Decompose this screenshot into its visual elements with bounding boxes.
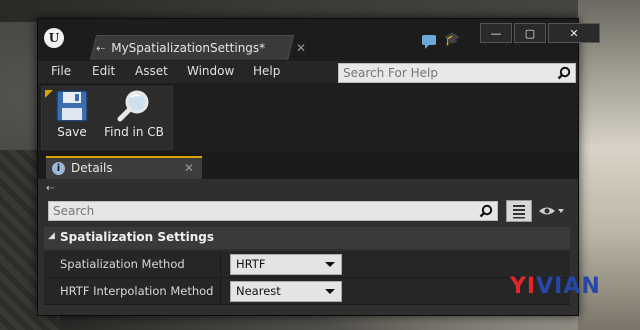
- menu-help[interactable]: Help: [253, 64, 280, 78]
- watermark-logo: YIVIAN: [510, 274, 601, 299]
- save-button-label: Save: [57, 125, 87, 139]
- property-name: HRTF Interpolation Method: [60, 284, 214, 298]
- title-bar[interactable]: U ⇠ MySpatializationSettings* ✕ 🎓 — ▢ ✕: [38, 19, 600, 61]
- dropdown-value: HRTF: [236, 257, 266, 271]
- menu-bar: File Edit Asset Window Help: [38, 61, 578, 83]
- minimize-button[interactable]: —: [480, 23, 512, 43]
- details-search-box[interactable]: [48, 201, 498, 221]
- details-panel-area: i Details ✕ ⇠ Search ◢ Spatialization Se…: [38, 151, 578, 315]
- unreal-logo-icon: U: [44, 28, 64, 48]
- search-icon[interactable]: [479, 204, 493, 218]
- search-icon[interactable]: [557, 66, 571, 80]
- magnifier-icon: [117, 90, 149, 122]
- watermark-part-1: YI: [510, 274, 537, 299]
- find-in-cb-label: Find in CB: [104, 125, 164, 139]
- window-controls: — ▢ ✕: [480, 23, 600, 43]
- hrtf-interpolation-method-dropdown[interactable]: Nearest: [230, 281, 342, 302]
- document-tab-label: MySpatializationSettings*: [111, 41, 266, 55]
- property-matrix-button[interactable]: [506, 200, 532, 222]
- menu-asset[interactable]: Asset: [135, 64, 168, 78]
- maximize-button[interactable]: ▢: [514, 23, 546, 43]
- property-row: HRTF Interpolation Method Nearest: [44, 278, 570, 305]
- details-search-input[interactable]: [53, 204, 453, 218]
- tab-details-close-icon[interactable]: ✕: [184, 161, 194, 175]
- chevron-down-icon: [325, 262, 335, 267]
- help-search-input[interactable]: [343, 66, 543, 80]
- property-name: Spatialization Method: [60, 257, 185, 271]
- menu-edit[interactable]: Edit: [92, 64, 115, 78]
- info-icon: i: [52, 162, 65, 175]
- save-button[interactable]: Save: [50, 89, 94, 147]
- property-row: Spatialization Method HRTF: [44, 251, 570, 278]
- find-in-content-browser-button[interactable]: Find in CB: [98, 89, 170, 147]
- toolbar-group: Save Find in CB: [41, 86, 173, 150]
- chevron-down-icon: [325, 289, 335, 294]
- column-divider[interactable]: [220, 278, 221, 304]
- asset-arrows-icon: ⇠: [96, 41, 106, 55]
- grid-list-icon: [513, 205, 525, 219]
- editor-window: U ⇠ MySpatializationSettings* ✕ 🎓 — ▢ ✕ …: [37, 18, 600, 316]
- tab-details[interactable]: i Details ✕: [46, 156, 202, 180]
- feedback-chat-icon[interactable]: [422, 35, 436, 49]
- details-panel: ⇠ ◢: [38, 179, 578, 315]
- column-divider[interactable]: [220, 251, 221, 277]
- menu-file[interactable]: File: [51, 64, 71, 78]
- toolbar: Save Find in CB: [38, 83, 578, 151]
- watermark-part-2: VIAN: [536, 274, 601, 299]
- category-spatialization-settings[interactable]: ◢ Spatialization Settings: [44, 227, 570, 249]
- spatialization-method-dropdown[interactable]: HRTF: [230, 254, 342, 275]
- view-options-eye-icon[interactable]: [538, 205, 564, 217]
- help-search-box[interactable]: [338, 63, 576, 83]
- document-tab[interactable]: ⇠ MySpatializationSettings*: [96, 37, 286, 59]
- lock-toggle-icon[interactable]: ⇠: [46, 183, 54, 194]
- save-disk-icon: [56, 90, 88, 122]
- title-icons: 🎓: [422, 33, 460, 49]
- tutorial-cap-icon[interactable]: 🎓: [444, 33, 460, 46]
- menu-window[interactable]: Window: [187, 64, 234, 78]
- collapse-arrow-icon[interactable]: ◢: [48, 231, 55, 241]
- tab-details-label: Details: [71, 161, 113, 175]
- document-tab-close-icon[interactable]: ✕: [296, 41, 306, 55]
- close-button[interactable]: ✕: [548, 23, 600, 43]
- dropdown-value: Nearest: [236, 284, 281, 298]
- category-label: Spatialization Settings: [60, 230, 215, 244]
